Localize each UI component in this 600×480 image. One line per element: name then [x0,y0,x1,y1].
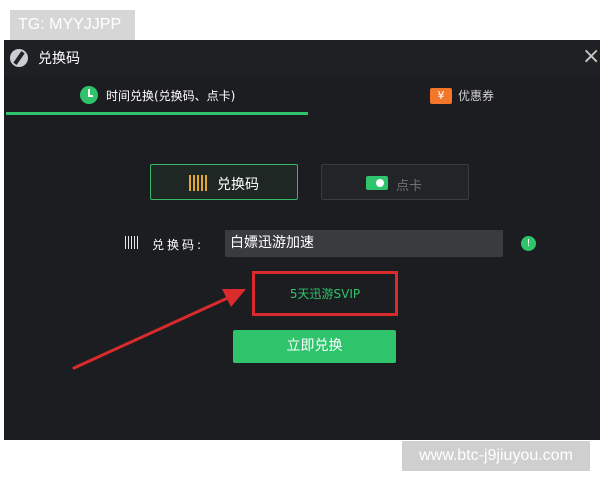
active-tab-indicator [6,112,308,115]
ticket-icon: ¥ [430,88,452,104]
app-logo-icon [10,49,28,67]
redeem-result-highlight: 5天迅游SVIP [252,271,398,316]
mode-redeem-code-button[interactable]: 兑换码 [150,164,298,200]
info-icon[interactable]: ! [521,236,536,251]
dialog-titlebar: 兑换码 × [4,40,600,76]
clock-icon [80,86,98,104]
watermark-top-left: TG: MYYJJPP [10,10,135,40]
code-input[interactable]: 白嫖迅游加速 [225,230,503,257]
mode-point-card-label: 点卡 [396,179,423,194]
ticket-icon-glyph: ¥ [437,89,445,102]
tab-coupon[interactable]: ¥ 优惠券 [308,76,600,116]
barcode-icon [189,175,209,191]
tab-time-redeem[interactable]: 时间兑换(兑换码、点卡) [4,76,308,116]
close-button[interactable]: × [582,45,600,69]
tab-time-redeem-label: 时间兑换(兑换码、点卡) [106,89,236,103]
code-field-label: 兑换码: [152,238,205,252]
dialog-title: 兑换码 [38,51,80,67]
barcode-small-icon [125,236,139,249]
redeem-now-button[interactable]: 立即兑换 [233,330,396,363]
mode-redeem-code-label: 兑换码 [217,177,259,193]
redeem-code-dialog: 兑换码 × 时间兑换(兑换码、点卡) ¥ 优惠券 兑换码 点卡 兑换码: 白嫖迅… [4,40,600,440]
mode-point-card-button[interactable]: 点卡 [321,164,469,200]
card-icon [366,176,388,190]
redeem-result-text: 5天迅游SVIP [289,287,361,301]
watermark-bottom-right: www.btc-j9jiuyou.com [402,441,590,471]
tab-bar: 时间兑换(兑换码、点卡) ¥ 优惠券 [4,76,600,116]
tab-coupon-label: 优惠券 [458,89,495,103]
